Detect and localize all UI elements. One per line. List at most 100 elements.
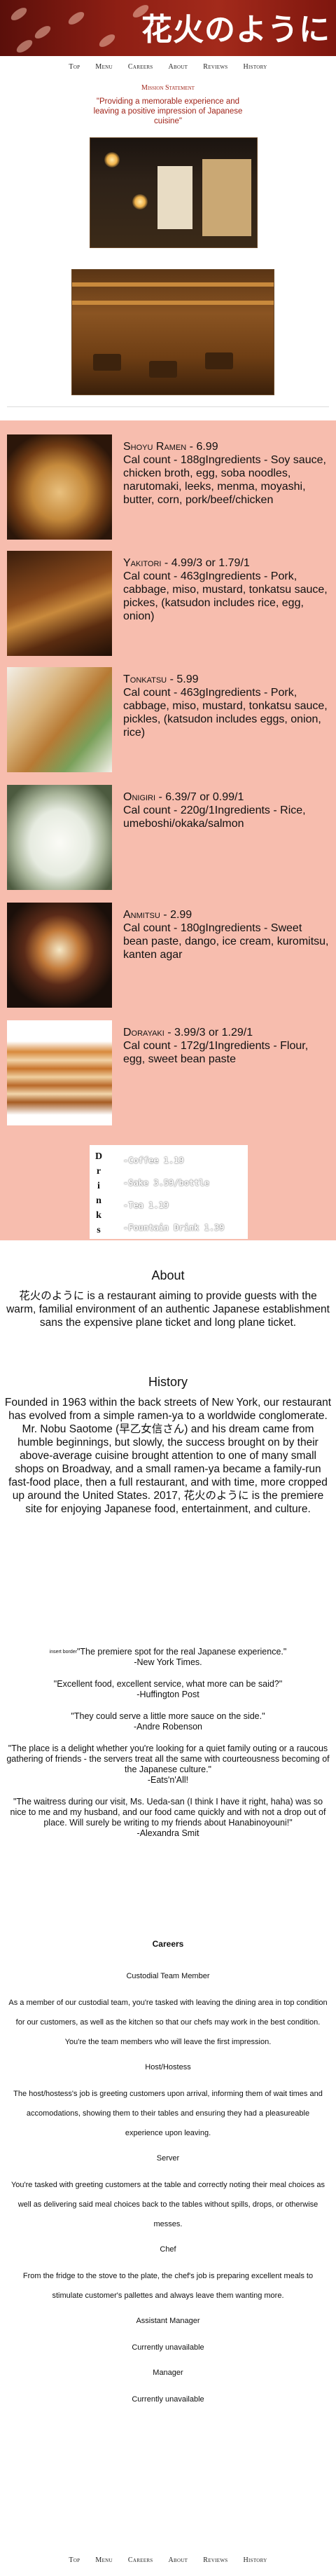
nav-careers-link[interactable]: Careers — [128, 63, 153, 71]
drinks-vertical-title: D r i n k s — [94, 1149, 104, 1238]
dining-table — [205, 352, 233, 369]
mission-statement: "Providing a memorable experience and le… — [93, 97, 243, 125]
section-divider — [7, 406, 329, 407]
leaf-decoration — [66, 9, 87, 27]
nav-about-link[interactable]: About — [168, 2556, 188, 2564]
career-role: Manager — [153, 2369, 183, 2377]
menu-item-text: Dorayaki - 3.99/3 or 1.29/1 Cal count - … — [123, 1027, 309, 1065]
nav-about-link[interactable]: About — [168, 63, 188, 71]
nav-menu-link[interactable]: Menu — [95, 2556, 112, 2564]
career-role: Host/Hostess — [145, 2063, 191, 2071]
review-source: -Eats'n'All! — [147, 1775, 189, 1785]
review-source: -Huffington Post — [136, 1690, 200, 1699]
career-role: Assistant Manager — [136, 2317, 200, 2325]
career-description: You're tasked with greeting customers at… — [10, 2181, 326, 2228]
menu-item-price: 3.99/3 or 1.29/1 — [174, 1027, 253, 1039]
career-role: Chef — [160, 2245, 176, 2254]
review-source: -Alexandra Smit — [136, 1828, 200, 1838]
career-role: Custodial Team Member — [126, 1972, 210, 1980]
leaf-decoration — [14, 37, 35, 55]
drinks-letter: D — [94, 1151, 103, 1162]
onigiri-image — [7, 785, 112, 890]
career-description: Currently unavailable — [132, 2343, 204, 2352]
dining-table — [149, 361, 177, 378]
review-quote: "The place is a delight whether you're l… — [6, 1743, 330, 1774]
nav-reviews-link[interactable]: Reviews — [203, 63, 227, 71]
shoyu-ramen-image — [7, 434, 112, 540]
menu-item-name: Tonkatsu — [123, 673, 167, 685]
career-description: As a member of our custodial team, you'r… — [8, 1999, 328, 2046]
ceiling-beam — [72, 282, 274, 287]
nav-menu-link[interactable]: Menu — [95, 63, 112, 71]
menu-item-text: Yakitori - 4.99/3 or 1.79/1 Cal count - … — [123, 557, 328, 622]
leaf-decoration — [32, 23, 53, 41]
nav-top-link[interactable]: Top — [69, 2556, 80, 2564]
review-prefix: insert border — [49, 1650, 77, 1654]
nav-history-link[interactable]: History — [243, 63, 267, 71]
review-source: -Andre Robenson — [134, 1722, 202, 1732]
career-description: From the fridge to the stove to the plat… — [22, 2272, 314, 2300]
lamp-light — [132, 194, 148, 210]
wood-wall — [202, 159, 251, 236]
drinks-box: D r i n k s -Coffee 1.19 -Sake 3.59/bott… — [90, 1145, 248, 1239]
menu-item-name: Anmitsu — [123, 909, 160, 921]
menu-item-details: Cal count - 172g/1Ingredients - Flour, e… — [123, 1040, 309, 1065]
review-quote: "The premiere spot for the real Japanese… — [76, 1647, 287, 1657]
nav-top-link[interactable]: Top — [69, 63, 80, 71]
menu-item-text: Tonkatsu - 5.99 Cal count - 463gIngredie… — [123, 673, 328, 739]
menu-item-text: Onigiri - 6.39/7 or 0.99/1 Cal count - 2… — [123, 791, 306, 830]
yakitori-image — [7, 551, 112, 656]
career-role: Server — [156, 2154, 180, 2163]
drinks-letter: i — [97, 1181, 100, 1191]
bottom-nav: Top Menu Careers About Reviews History — [0, 2551, 336, 2569]
review: "They could serve a little more sauce on… — [4, 1711, 332, 1732]
history-title: History — [148, 1375, 188, 1389]
menu-item-price: 6.99 — [196, 441, 218, 453]
career-description: Currently unavailable — [132, 2395, 204, 2404]
menu-item-details: Cal count - 220g/1Ingredients - Rice, um… — [123, 804, 306, 830]
careers-title: Careers — [152, 1939, 184, 1949]
nav-careers-link[interactable]: Careers — [128, 2556, 153, 2564]
nav-reviews-link[interactable]: Reviews — [203, 2556, 227, 2564]
top-nav: Top Menu Careers About Reviews History — [0, 57, 336, 76]
drink-item: -Fountain Drink 1.39 — [123, 1223, 225, 1233]
menu-item-details: Cal count - 180gIngredients - Sweet bean… — [123, 922, 329, 961]
drink-item: -Tea 1.19 — [123, 1200, 169, 1210]
about-text: 花火のように is a restaurant aiming to provide… — [6, 1290, 330, 1329]
drinks-letter: n — [96, 1195, 102, 1206]
restaurant-interior-photo — [71, 269, 274, 395]
review: "The waitress during our visit, Ms. Ueda… — [4, 1797, 332, 1839]
anmitsu-image — [7, 903, 112, 1008]
nav-history-link[interactable]: History — [243, 2556, 267, 2564]
review: "Excellent food, excellent service, what… — [4, 1679, 332, 1700]
menu-item-text: Anmitsu - 2.99 Cal count - 180gIngredien… — [123, 909, 329, 961]
review: insert border"The premiere spot for the … — [4, 1647, 332, 1668]
reviews-section: insert border"The premiere spot for the … — [4, 1647, 332, 1850]
site-title: 花火のように — [141, 12, 330, 48]
menu-item-name: Dorayaki — [123, 1027, 164, 1039]
review-quote: "The waitress during our visit, Ms. Ueda… — [10, 1797, 326, 1828]
leaf-decoration — [97, 32, 118, 50]
review-source: -New York Times. — [134, 1657, 202, 1667]
review-quote: "They could serve a little more sauce on… — [71, 1711, 265, 1721]
menu-item-name: Shoyu Ramen — [123, 441, 187, 453]
menu-item-details: Cal count - 463gIngredients - Pork, cabb… — [123, 570, 328, 622]
lamp-light — [104, 152, 120, 167]
leaf-decoration — [8, 5, 29, 23]
menu-item-price: 4.99/3 or 1.79/1 — [171, 557, 250, 569]
mission-heading: Mission Statement — [141, 84, 195, 92]
drinks-list: -Coffee 1.19 -Sake 3.59/bottle -Tea 1.19… — [123, 1149, 225, 1239]
menu-item-details: Cal count - 188gIngredients - Soy sauce,… — [123, 454, 326, 506]
menu-item-price: 5.99 — [176, 673, 199, 685]
drinks-letter: s — [97, 1225, 101, 1235]
restaurant-entrance-photo — [90, 137, 258, 248]
about-title: About — [151, 1268, 185, 1282]
career-description: The host/hostess's job is greeting custo… — [13, 2090, 323, 2137]
menu-item-price: 6.39/7 or 0.99/1 — [165, 791, 244, 803]
menu-item-price: 2.99 — [170, 909, 192, 921]
tonkatsu-image — [7, 667, 112, 772]
header-banner: 花火のように — [0, 0, 336, 56]
menu-item-text: Shoyu Ramen - 6.99 Cal count - 188gIngre… — [123, 441, 326, 506]
drink-item: -Coffee 1.19 — [123, 1156, 184, 1165]
menu-item-details: Cal count - 463gIngredients - Pork, cabb… — [123, 687, 328, 739]
